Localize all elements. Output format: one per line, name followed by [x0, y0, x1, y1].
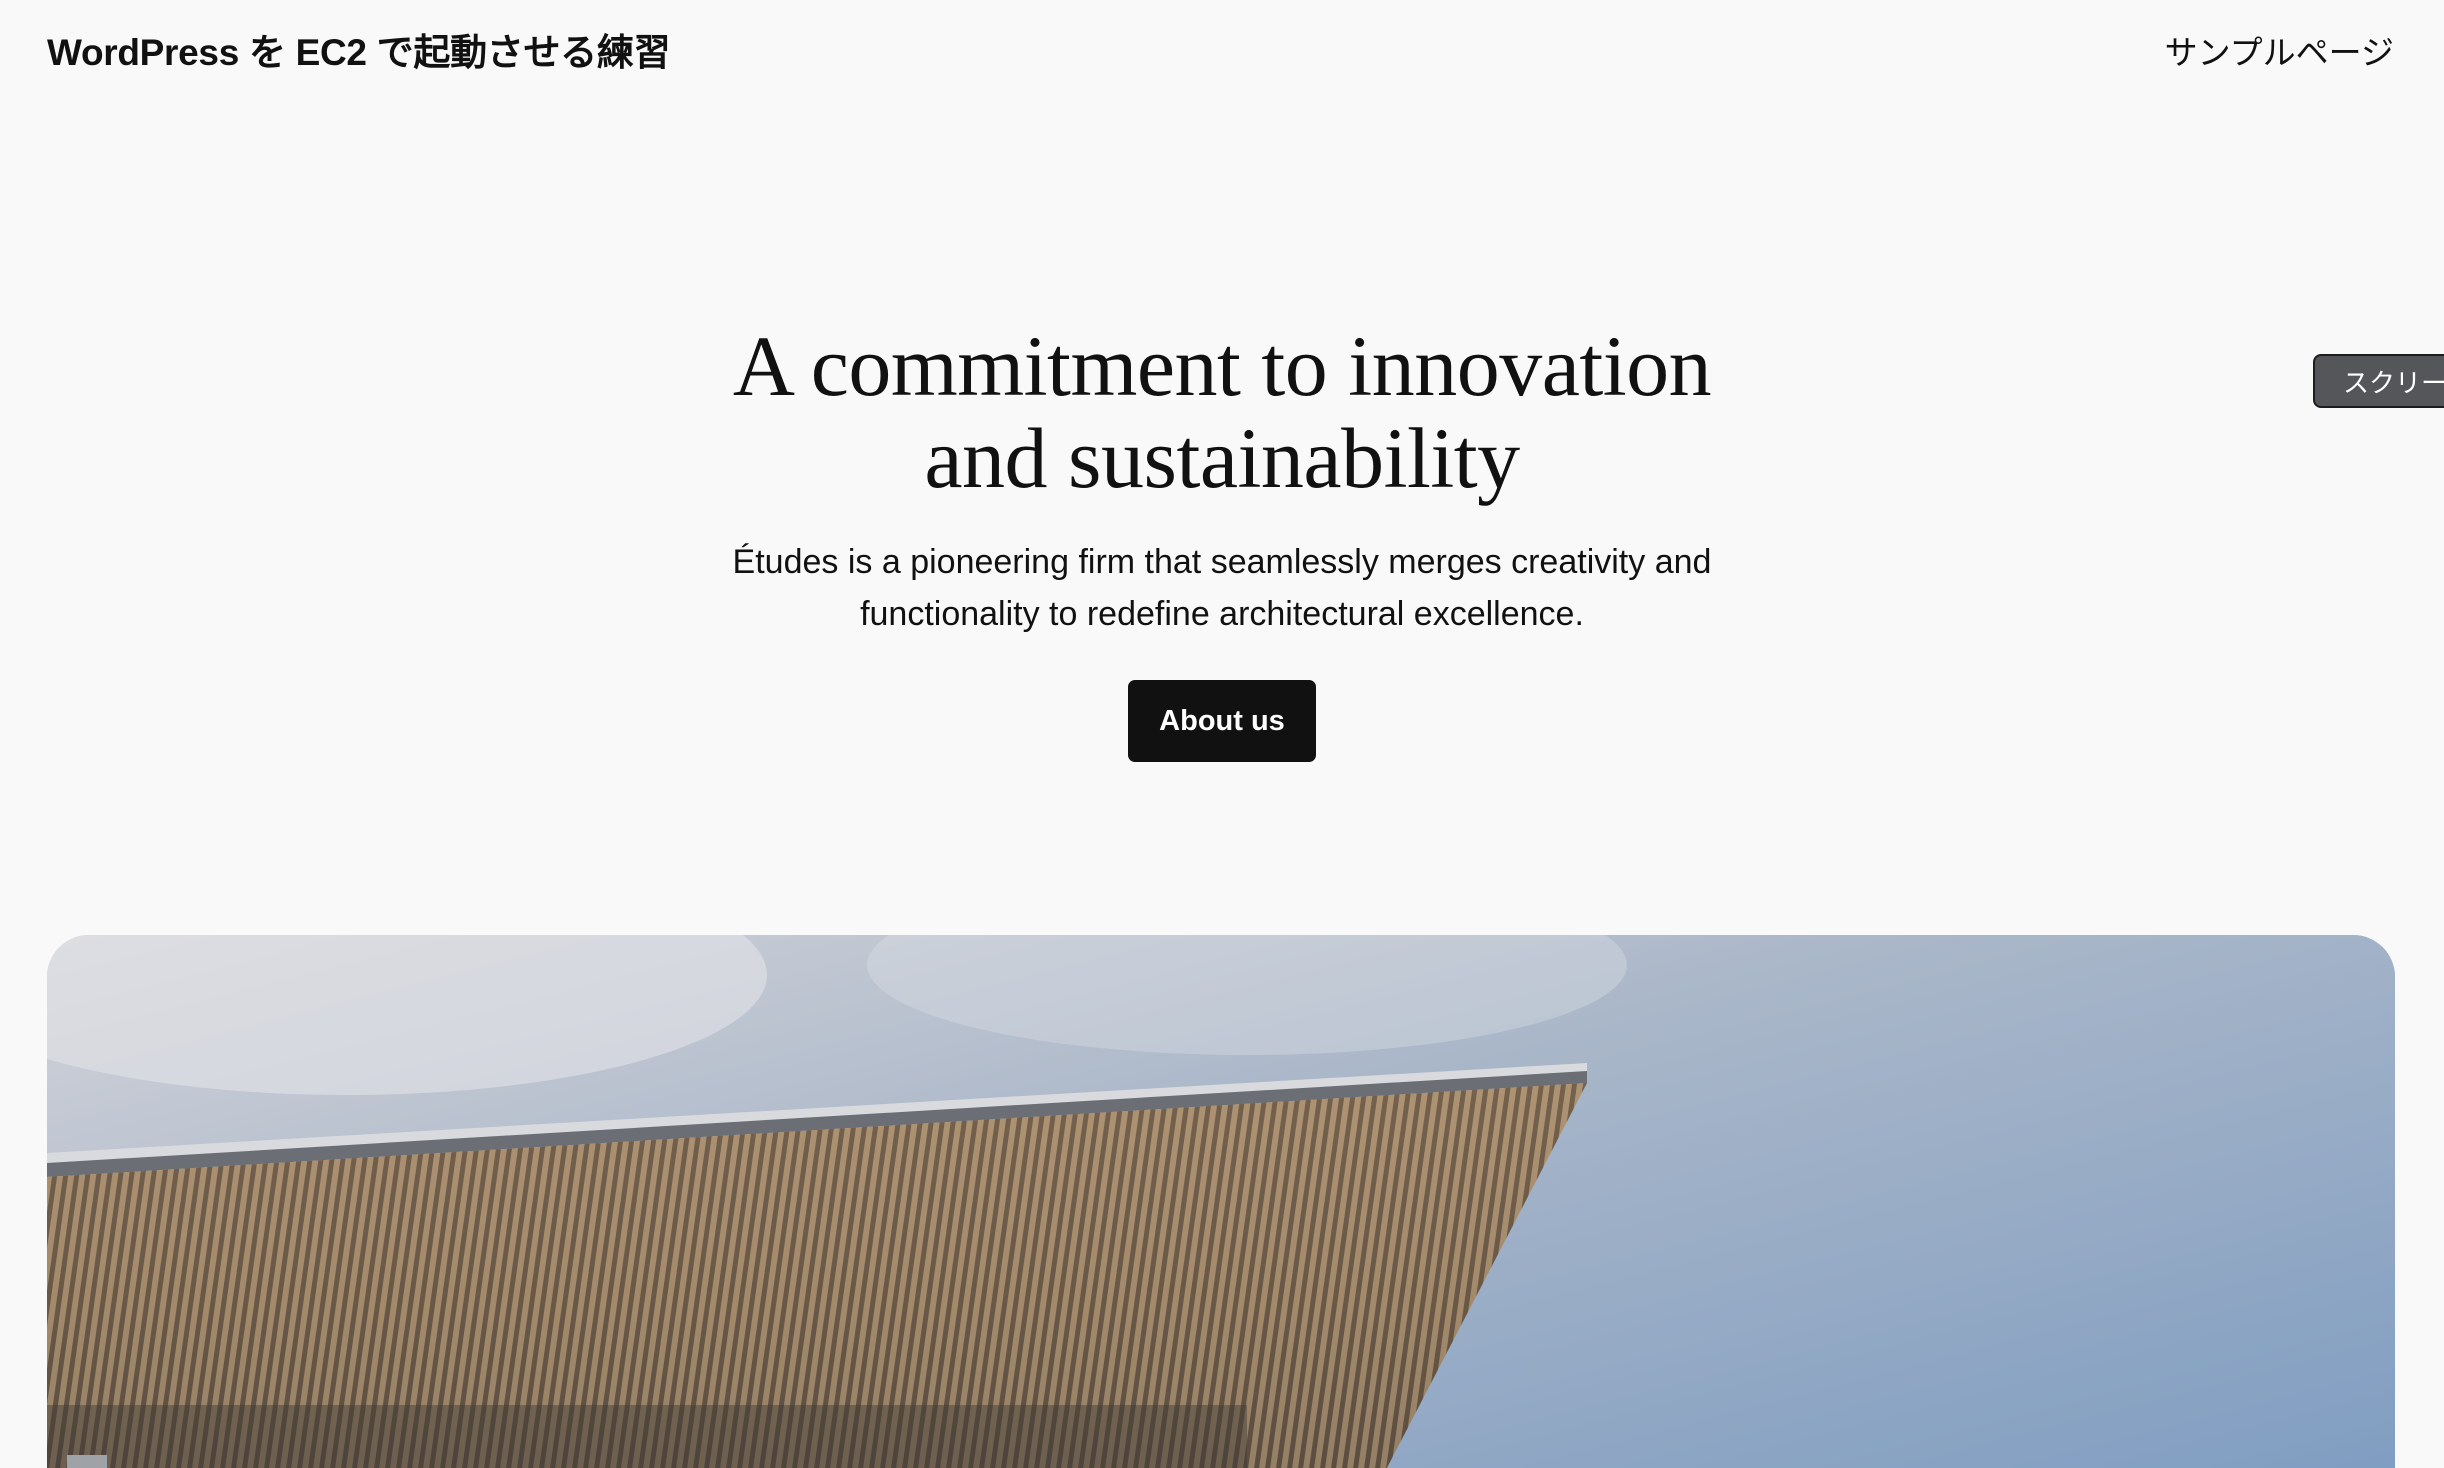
hero-heading-line-1: A commitment to innovation — [732, 318, 1712, 414]
hero-description: Études is a pioneering firm that seamles… — [672, 536, 1772, 640]
building-canopy-illustration — [47, 935, 2395, 1468]
hero-heading-line-2: and sustainability — [924, 410, 1520, 506]
page: WordPress を EC2 で起動させる練習 サンプルページ スクリー A … — [0, 0, 2444, 1468]
about-us-button[interactable]: About us — [1128, 680, 1316, 762]
hero-heading: A commitment to innovation and sustainab… — [0, 320, 2444, 504]
hero-section: A commitment to innovation and sustainab… — [0, 320, 2444, 762]
nav-link-sample-page[interactable]: サンプルページ — [2165, 26, 2394, 74]
site-title-link[interactable]: WordPress を EC2 で起動させる練習 — [47, 22, 671, 76]
building-canopy-image — [47, 935, 2395, 1468]
hero-description-line-1: Études is a pioneering firm that seamles… — [732, 543, 1712, 581]
hero-description-line-2: functionality to redefine architectural … — [860, 595, 1584, 633]
site-header: WordPress を EC2 で起動させる練習 サンプルページ — [0, 0, 2444, 100]
